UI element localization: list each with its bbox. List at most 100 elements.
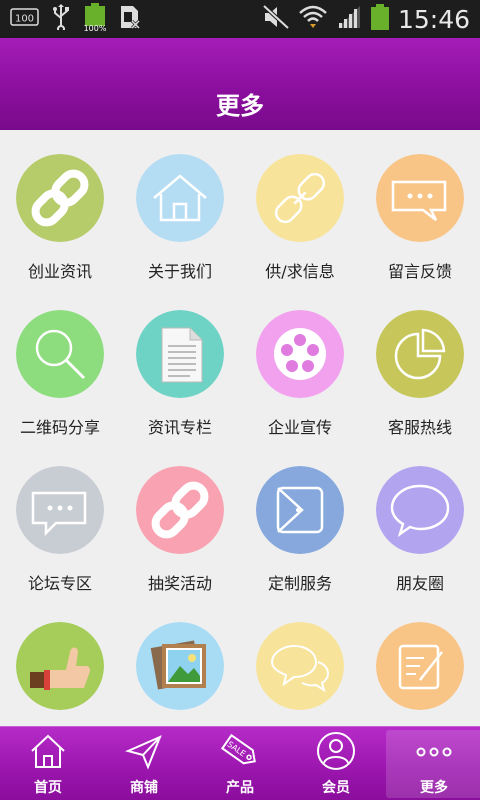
speech-bubble-icon bbox=[376, 466, 464, 554]
thumbs-up-icon bbox=[16, 622, 104, 710]
nav-label: 更多 bbox=[420, 780, 448, 796]
photos-icon bbox=[136, 622, 224, 710]
chat-bubbles-icon bbox=[256, 622, 344, 710]
film-reel-icon bbox=[256, 310, 344, 398]
wallet-icon bbox=[256, 466, 344, 554]
grid-item-label: 抽奖活动 bbox=[147, 574, 212, 593]
usb-icon bbox=[50, 4, 72, 34]
icon-bg bbox=[16, 622, 104, 710]
nav-label: 产品 bbox=[226, 780, 254, 796]
nav-tab-members[interactable]: 会员 bbox=[288, 727, 384, 800]
grid-item-photos[interactable] bbox=[120, 598, 240, 726]
grid-item-entrepreneur-news[interactable]: 创业资讯 bbox=[0, 130, 120, 286]
link-icon bbox=[16, 154, 104, 242]
grid-icon bbox=[376, 154, 464, 242]
grid-item-qr-share[interactable]: 二维码分享 bbox=[0, 286, 120, 442]
magnifier-icon bbox=[16, 310, 104, 398]
grid-item-label: 关于我们 bbox=[147, 262, 212, 281]
send-icon bbox=[124, 735, 162, 770]
grid-item-label: 供/求信息 bbox=[265, 262, 335, 281]
icon-bg bbox=[16, 310, 104, 398]
nav-label: 会员 bbox=[322, 780, 350, 796]
grid-item-label: 留言反馈 bbox=[387, 262, 452, 281]
sd-card-text: 100 bbox=[15, 14, 34, 25]
home-icon bbox=[136, 154, 224, 242]
grid-item-notes[interactable] bbox=[360, 598, 480, 726]
grid-item-label: 定制服务 bbox=[267, 574, 332, 593]
svg-text:SALE: SALE bbox=[226, 740, 248, 759]
grid-item-custom-service[interactable]: 定制服务 bbox=[240, 442, 360, 598]
grid-icon bbox=[256, 154, 344, 242]
signal-icon bbox=[336, 4, 362, 34]
grid-icon bbox=[256, 622, 344, 710]
grid-icon bbox=[16, 466, 104, 554]
sim-blocked-icon bbox=[118, 4, 142, 34]
nav-tab-shops[interactable]: 商铺 bbox=[96, 727, 192, 800]
home-outline-icon bbox=[31, 734, 65, 768]
battery-icon bbox=[370, 3, 390, 35]
grid-icon bbox=[376, 310, 464, 398]
grid-icon bbox=[136, 310, 224, 398]
grid-icon bbox=[16, 154, 104, 242]
grid-item-label: 客服热线 bbox=[387, 418, 452, 437]
status-left: 100 100% bbox=[10, 2, 142, 36]
grid-item-feedback[interactable]: 留言反馈 bbox=[360, 130, 480, 286]
icon-bg bbox=[376, 466, 464, 554]
grid-item-chat[interactable] bbox=[240, 598, 360, 726]
user-icon bbox=[317, 732, 355, 770]
grid-icon bbox=[136, 154, 224, 242]
message-box-icon bbox=[376, 154, 464, 242]
feature-grid: 创业资讯 关于我们 供/求信息 留言反馈 二维码分享 资讯专栏 企业宣传 客服热… bbox=[0, 130, 480, 726]
grid-item-moments[interactable]: 朋友圈 bbox=[360, 442, 480, 598]
grid-item-label: 论坛专区 bbox=[27, 574, 92, 593]
sale-tag-icon: SALE bbox=[220, 733, 256, 765]
grid-item-corporate-promo[interactable]: 企业宣传 bbox=[240, 286, 360, 442]
nav-tab-more[interactable]: 更多 bbox=[386, 730, 480, 798]
grid-icon bbox=[376, 622, 464, 710]
grid-item-supply-demand[interactable]: 供/求信息 bbox=[240, 130, 360, 286]
grid-item-lottery[interactable]: 抽奖活动 bbox=[120, 442, 240, 598]
grid-item-label: 企业宣传 bbox=[267, 418, 332, 437]
sd-card-icon: 100 bbox=[10, 6, 40, 32]
pie-chart-icon bbox=[376, 310, 464, 398]
broken-link-icon bbox=[256, 154, 344, 242]
grid-item-like[interactable] bbox=[0, 598, 120, 726]
icon-bg bbox=[376, 310, 464, 398]
more-dots-icon bbox=[416, 747, 452, 757]
grid-item-forum[interactable]: 论坛专区 bbox=[0, 442, 120, 598]
bottom-nav: 首页 商铺 SALE 产品 会员 更多 bbox=[0, 726, 480, 800]
grid-icon bbox=[136, 466, 224, 554]
grid-item-label: 朋友圈 bbox=[395, 574, 444, 593]
link-icon bbox=[136, 466, 224, 554]
grid-item-label: 资讯专栏 bbox=[147, 418, 212, 437]
nav-label: 商铺 bbox=[130, 780, 158, 796]
grid-icon bbox=[256, 466, 344, 554]
grid-item-news-column[interactable]: 资讯专栏 bbox=[120, 286, 240, 442]
nav-tab-products[interactable]: SALE 产品 bbox=[192, 727, 288, 800]
icon-bg bbox=[136, 154, 224, 242]
document-icon bbox=[136, 310, 224, 398]
status-bar: 100 100% 15:46 bbox=[0, 0, 480, 38]
grid-icon bbox=[256, 310, 344, 398]
chat-dots-icon bbox=[16, 466, 104, 554]
battery-percent-text: 100% bbox=[84, 24, 107, 32]
page-title: 更多 bbox=[216, 92, 264, 120]
grid-item-label: 创业资讯 bbox=[27, 262, 92, 281]
status-time: 15:46 bbox=[397, 4, 470, 34]
grid-item-label: 二维码分享 bbox=[19, 418, 100, 437]
header-bar: 更多 bbox=[0, 38, 480, 130]
nav-label: 首页 bbox=[34, 780, 62, 796]
grid-icon bbox=[136, 622, 224, 710]
grid-icon bbox=[376, 466, 464, 554]
grid-icon bbox=[16, 310, 104, 398]
grid-item-hotline[interactable]: 客服热线 bbox=[360, 286, 480, 442]
wifi-icon bbox=[298, 4, 328, 34]
mute-icon bbox=[262, 4, 290, 34]
grid-item-about-us[interactable]: 关于我们 bbox=[120, 130, 240, 286]
edit-note-icon bbox=[376, 622, 464, 710]
grid-icon bbox=[16, 622, 104, 710]
battery-full-icon: 100% bbox=[82, 2, 108, 36]
icon-bg bbox=[256, 622, 344, 710]
nav-tab-home[interactable]: 首页 bbox=[0, 727, 96, 800]
status-right: 15:46 bbox=[262, 4, 470, 34]
